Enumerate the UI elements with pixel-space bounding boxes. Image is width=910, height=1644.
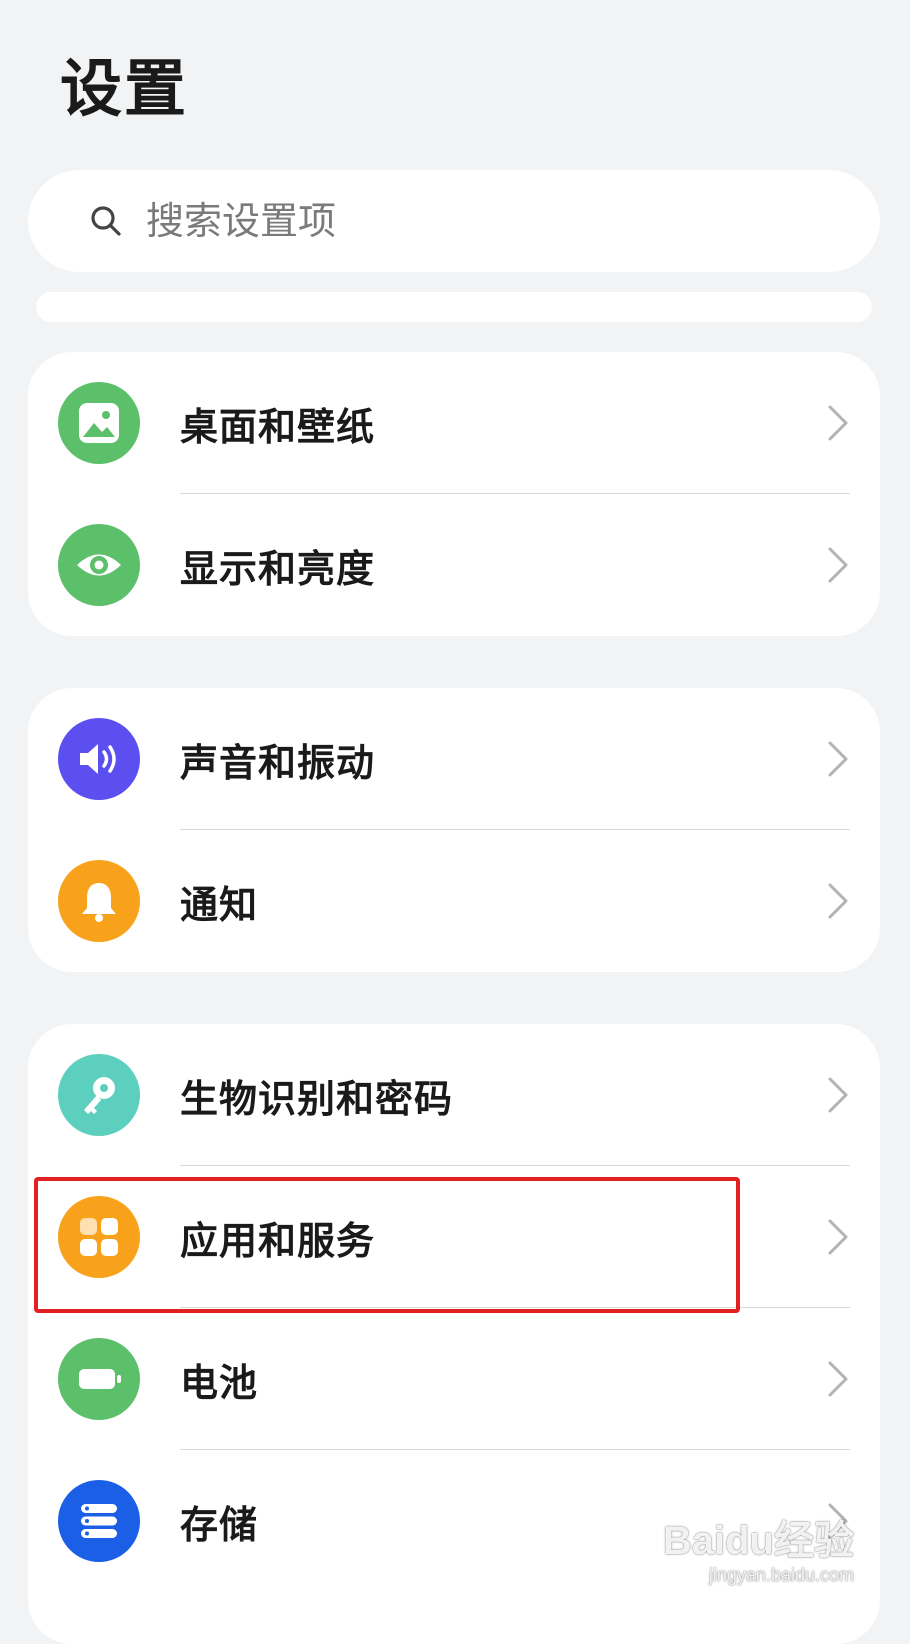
chevron-right-icon <box>826 403 850 443</box>
battery-icon <box>58 1338 140 1420</box>
search-input[interactable] <box>146 199 746 243</box>
eye-icon <box>58 524 140 606</box>
key-icon <box>58 1054 140 1136</box>
menu-item-label: 存储 <box>180 1502 259 1547</box>
wallpaper-icon <box>58 382 140 464</box>
apps-grid-icon <box>58 1196 140 1278</box>
menu-item-apps-services[interactable]: 应用和服务 <box>28 1166 880 1308</box>
chevron-right-icon <box>826 1075 850 1115</box>
chevron-right-icon <box>826 1501 850 1541</box>
menu-item-wallpaper[interactable]: 桌面和壁纸 <box>28 352 880 494</box>
search-bar[interactable] <box>28 170 880 272</box>
menu-item-label: 声音和振动 <box>180 740 376 785</box>
menu-item-storage[interactable]: 存储 <box>28 1450 880 1592</box>
page-title: 设置 <box>60 52 189 125</box>
settings-group-sound: 声音和振动 通知 <box>28 688 880 972</box>
chevron-right-icon <box>826 739 850 779</box>
menu-item-notifications[interactable]: 通知 <box>28 830 880 972</box>
menu-item-sound[interactable]: 声音和振动 <box>28 688 880 830</box>
menu-item-label: 显示和亮度 <box>180 546 376 591</box>
search-icon <box>88 203 124 239</box>
storage-icon <box>58 1480 140 1562</box>
menu-item-label: 生物识别和密码 <box>180 1076 454 1121</box>
chevron-right-icon <box>826 1217 850 1257</box>
speaker-icon <box>58 718 140 800</box>
chevron-right-icon <box>826 881 850 921</box>
settings-group-display: 桌面和壁纸 显示和亮度 <box>28 352 880 636</box>
menu-item-display[interactable]: 显示和亮度 <box>28 494 880 636</box>
menu-item-biometrics[interactable]: 生物识别和密码 <box>28 1024 880 1166</box>
bell-icon <box>58 860 140 942</box>
settings-group-system: 生物识别和密码 应用和服务 电池 存储 <box>28 1024 880 1644</box>
chevron-right-icon <box>826 1359 850 1399</box>
menu-item-label: 电池 <box>180 1360 259 1405</box>
menu-item-label: 通知 <box>180 882 259 927</box>
menu-item-label: 桌面和壁纸 <box>180 404 376 449</box>
chevron-right-icon <box>826 545 850 585</box>
menu-item-battery[interactable]: 电池 <box>28 1308 880 1450</box>
partial-card <box>36 292 872 322</box>
menu-item-label: 应用和服务 <box>180 1218 376 1263</box>
